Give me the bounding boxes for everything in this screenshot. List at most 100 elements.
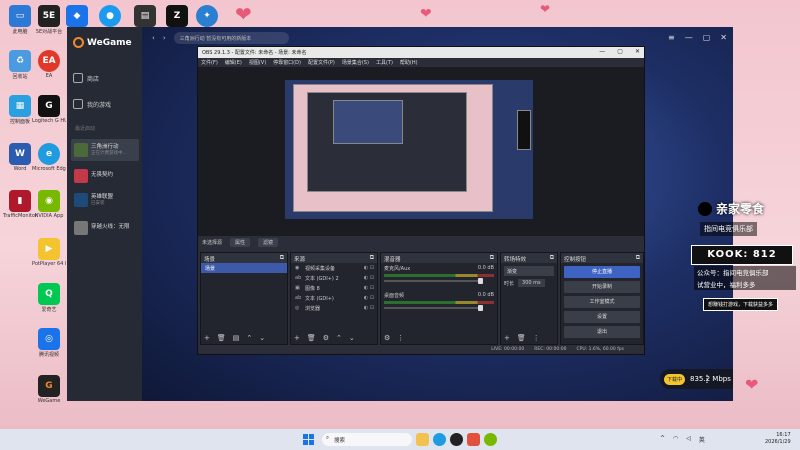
add-icon[interactable]: + (294, 334, 300, 342)
duration-input[interactable]: 300 ms (518, 279, 545, 287)
studio-mode-button[interactable]: 工作室模式 (564, 296, 640, 308)
file-explorer-icon[interactable] (416, 433, 429, 446)
game-item[interactable]: 无畏契约 (71, 165, 139, 187)
nav-store[interactable]: 商店 (73, 73, 99, 83)
volume-slider[interactable] (384, 305, 483, 311)
chevron-down-icon[interactable]: ⌄ (259, 334, 265, 342)
wegame-logo-icon (73, 37, 84, 48)
chevron-up-icon[interactable]: ⌃ (336, 334, 342, 342)
obs-window-controls: — ▢ ✕ (599, 48, 640, 55)
more-options-icon[interactable]: ⋮ (533, 334, 540, 342)
network-icon[interactable]: ◠ (673, 435, 678, 444)
volume-icon[interactable]: ◁ (686, 435, 691, 444)
add-icon[interactable]: + (204, 334, 210, 342)
desktop-icon[interactable]: ▤ (128, 5, 162, 27)
chevron-up-icon[interactable]: ⌃ (246, 334, 252, 342)
eye-icon[interactable]: ◐ ⊡ (364, 265, 374, 271)
desktop-icon[interactable]: e Microsoft Edge (32, 143, 66, 172)
edge-icon[interactable] (433, 433, 446, 446)
chevron-right-icon[interactable]: › (163, 34, 166, 42)
volume-slider[interactable] (384, 278, 483, 284)
popout-icon[interactable]: ⧉ (550, 254, 554, 262)
more-options-icon[interactable]: ⋮ (397, 334, 404, 342)
obs-window: OBS 29.1.3 - 配置文件: 未命名 - 场景: 未命名 — ▢ ✕ 文… (197, 46, 645, 355)
desktop-icon[interactable]: ● (93, 5, 127, 27)
menu-scene-collection[interactable]: 场景集合(S) (342, 59, 369, 66)
start-button[interactable] (303, 434, 314, 445)
source-item[interactable]: ab 文本 (GDI+) ◐ ⊡ (291, 293, 377, 303)
add-icon[interactable]: + (504, 334, 510, 342)
settings-button[interactable]: 设置 (564, 311, 640, 323)
chevron-up-icon[interactable]: ^ (660, 435, 665, 444)
menu-icon[interactable]: ≡ (668, 33, 675, 42)
source-item[interactable]: ▣ 图像 8 ◐ ⊡ (291, 283, 377, 293)
desktop-icon[interactable]: ◆ (60, 5, 94, 27)
desktop-icon[interactable]: ◉ NVIDIA App (32, 190, 66, 219)
maximize-icon[interactable]: ▢ (703, 33, 711, 42)
transition-select[interactable]: 渐变 (504, 266, 554, 276)
nav-library[interactable]: 我的游戏 (73, 99, 111, 109)
trash-icon[interactable]: 🗑 (307, 334, 316, 342)
game-item[interactable]: 英雄联盟 已安装 (71, 189, 139, 211)
gear-icon[interactable]: ⚙ (384, 334, 390, 342)
chevron-left-icon[interactable]: ‹ (152, 34, 155, 42)
popout-icon[interactable]: ⧉ (280, 254, 284, 262)
menu-docks[interactable]: 停靠窗口(D) (273, 59, 301, 66)
eye-icon[interactable]: ◐ ⊡ (364, 285, 374, 291)
close-icon[interactable]: ✕ (635, 48, 640, 55)
source-item[interactable]: ab 文本 (GDI+) 2 ◐ ⊡ (291, 273, 377, 283)
obs-icon[interactable] (450, 433, 463, 446)
menu-view[interactable]: 视图(V) (249, 59, 266, 66)
menu-edit[interactable]: 编辑(E) (225, 59, 242, 66)
desktop-icon[interactable]: G WeGame (32, 375, 66, 404)
filter-icon[interactable]: ▤ (233, 334, 240, 342)
wegame-logo[interactable]: WeGame (73, 37, 132, 48)
game-item[interactable]: 三角洲行动 正在计费游戏中… (71, 139, 139, 161)
close-icon[interactable]: ✕ (720, 33, 727, 42)
menu-profile[interactable]: 配置文件(P) (308, 59, 335, 66)
game-item[interactable]: 穿越火线：无限 (71, 217, 139, 239)
trash-icon[interactable]: 🗑 (217, 334, 226, 342)
gear-icon[interactable]: ⚙ (323, 334, 329, 342)
chevron-down-icon[interactable]: ⌄ (349, 334, 355, 342)
popout-icon[interactable]: ⧉ (636, 254, 640, 262)
properties-button[interactable]: 属性 (230, 237, 251, 247)
maximize-icon[interactable]: ▢ (617, 48, 623, 55)
eye-icon[interactable]: ◐ ⊡ (364, 275, 374, 281)
wegame-search-input[interactable]: 三角洲行动 暂没有可用的新版本 (173, 32, 289, 44)
clock[interactable]: 16:17 2026/1/29 (765, 432, 791, 445)
popout-icon[interactable]: ⧉ (490, 254, 494, 262)
eye-icon[interactable]: ◐ ⊡ (364, 305, 374, 311)
popout-icon[interactable]: ⧉ (370, 254, 374, 262)
menu-file[interactable]: 文件(F) (201, 59, 218, 66)
exit-button[interactable]: 退出 (564, 326, 640, 338)
more-options-icon[interactable]: ⋮ (702, 374, 712, 385)
desktop-icon[interactable]: ✦ (190, 5, 224, 27)
source-item[interactable]: ◉ 视频采集设备 ◐ ⊡ (291, 263, 377, 273)
trash-icon[interactable]: 🗑 (517, 334, 526, 342)
desktop-icon[interactable]: ▶PotPlayer 64 bit (32, 238, 66, 267)
menu-help[interactable]: 帮助(H) (400, 59, 418, 66)
eye-icon[interactable]: ◐ ⊡ (364, 295, 374, 301)
desktop-icon[interactable]: GLogitech G HUB (32, 95, 66, 124)
filters-button[interactable]: 滤镜 (258, 237, 279, 247)
slider-handle[interactable] (477, 278, 483, 284)
start-recording-button[interactable]: 开始录制 (564, 281, 640, 293)
slider-handle[interactable] (477, 305, 483, 311)
menu-tools[interactable]: 工具(T) (376, 59, 393, 66)
desktop-icon[interactable]: EA EA (32, 50, 66, 79)
download-indicator[interactable]: 下载中 835.2 Mbps 19 (660, 369, 733, 389)
taskbar-search-input[interactable]: ⌕ 搜索 (322, 433, 412, 446)
desktop-icon[interactable]: Z (160, 5, 194, 27)
wegame-icon[interactable] (467, 433, 480, 446)
desktop-icon[interactable]: Q 爱奇艺 (32, 283, 66, 313)
obs-preview[interactable] (198, 67, 644, 236)
app-icon[interactable] (484, 433, 497, 446)
minimize-icon[interactable]: — (685, 33, 693, 42)
desktop-icon[interactable]: ◎ 腾讯视频 (32, 328, 66, 358)
stop-streaming-button[interactable]: 停止直播 (564, 266, 640, 278)
minimize-icon[interactable]: — (599, 48, 605, 55)
language-indicator[interactable]: 英 (699, 435, 705, 444)
source-item[interactable]: ◎ 浏览器 ◐ ⊡ (291, 303, 377, 313)
scene-item[interactable]: 场景 (201, 263, 287, 273)
